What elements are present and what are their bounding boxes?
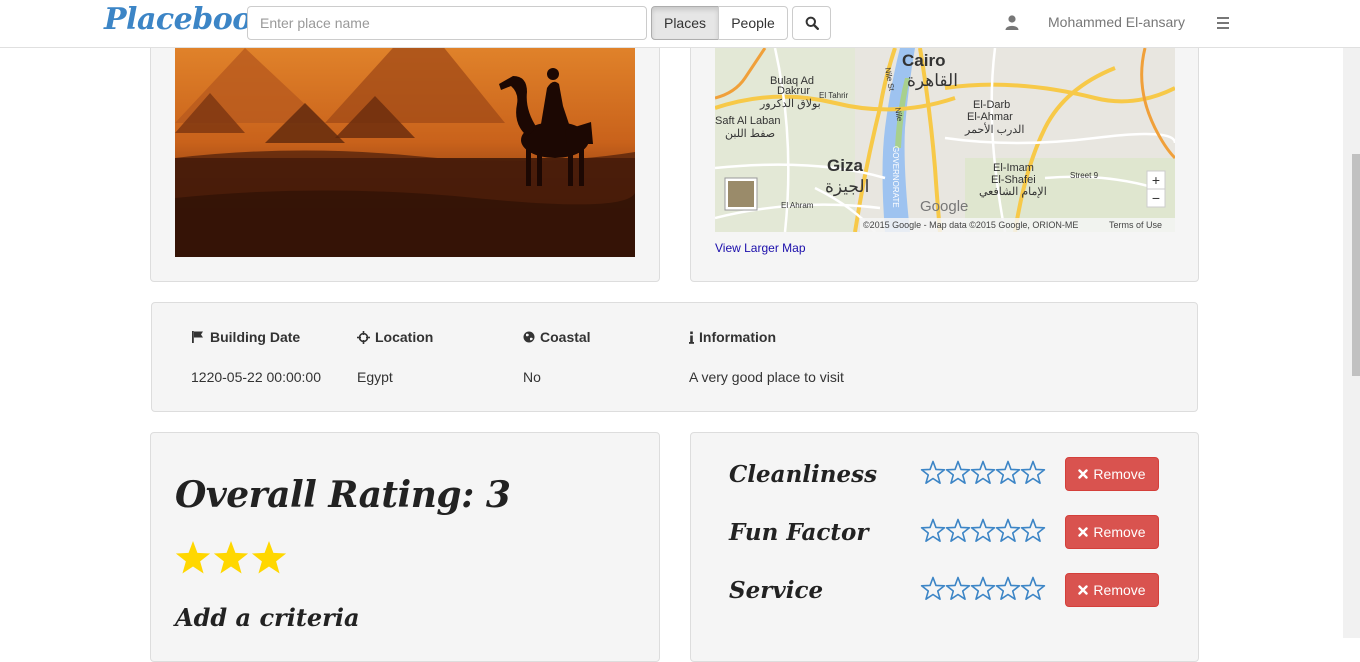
criteria-star-rating[interactable]: [920, 575, 1046, 603]
remove-criteria-button[interactable]: Remove: [1065, 457, 1159, 491]
map-label-imam-2: El-Shafei: [991, 174, 1036, 186]
map-label-street9: Street 9: [1070, 171, 1099, 180]
map-label-bulaq-ar: بولاق الدكرور: [759, 98, 821, 110]
map-label-darb-ar: الدرب الأحمر: [964, 122, 1024, 136]
globe-icon: [523, 331, 535, 343]
info-panel: [151, 302, 1198, 412]
info-icon: [689, 331, 694, 344]
overall-star-filled: [251, 541, 287, 574]
criteria-label: Service: [729, 577, 824, 604]
information-label: Information: [699, 329, 776, 345]
criteria-label: Cleanliness: [729, 461, 878, 488]
map-terms-link[interactable]: Terms of Use: [1109, 220, 1162, 230]
map-label-cairo: Cairo: [902, 51, 945, 70]
remove-label: Remove: [1093, 582, 1146, 598]
location-map[interactable]: Cairo القاهرة Bulaq Ad Dakrur بولاق الدك…: [715, 48, 1175, 232]
overall-rating-title: Overall Rating: 3: [175, 474, 511, 516]
remove-criteria-button[interactable]: Remove: [1065, 515, 1159, 549]
map-label-giza-ar: الجيزة: [825, 177, 869, 197]
remove-x-icon: [1078, 469, 1089, 479]
star-outline-icon[interactable]: [995, 576, 1021, 601]
star-outline-icon[interactable]: [995, 518, 1021, 543]
star-outline-icon[interactable]: [945, 518, 971, 543]
map-label-imam: El-Imam: [993, 162, 1034, 174]
star-outline-icon[interactable]: [970, 576, 996, 601]
information-header: Information: [689, 329, 776, 345]
map-label-darb: El-Darb: [973, 99, 1010, 111]
map-satellite-thumbnail[interactable]: [724, 177, 758, 211]
star-outline-icon[interactable]: [1020, 460, 1046, 485]
information-value: A very good place to visit: [689, 369, 844, 385]
map-label-ahram: El Ahram: [781, 201, 814, 210]
places-toggle-button[interactable]: Places: [651, 6, 719, 40]
search-button[interactable]: [792, 6, 831, 40]
map-label-giza: Giza: [827, 156, 863, 175]
svg-text:+: +: [1152, 172, 1160, 188]
navbar: Placebook Places People Mohammed El-ansa…: [0, 0, 1360, 48]
map-zoom-out-button[interactable]: −: [1146, 188, 1166, 208]
map-label-bulaq-2: Dakrur: [777, 85, 810, 97]
search-input[interactable]: [247, 6, 647, 40]
star-outline-icon[interactable]: [970, 518, 996, 543]
search-icon: [805, 16, 819, 30]
location-header: Location: [357, 329, 433, 345]
map-label-saft-ar: صفط اللبن: [725, 128, 775, 140]
overall-rating-stars: [175, 541, 287, 574]
user-icon[interactable]: [1004, 14, 1020, 32]
scrollbar-thumb[interactable]: [1352, 154, 1360, 376]
map-label-tahrir: El Tahrir: [819, 91, 849, 100]
location-value: Egypt: [357, 369, 393, 385]
star-outline-icon[interactable]: [995, 460, 1021, 485]
criteria-star-rating[interactable]: [920, 517, 1046, 545]
place-photo: [175, 48, 635, 257]
remove-x-icon: [1078, 527, 1089, 537]
star-outline-icon[interactable]: [920, 576, 946, 601]
location-label: Location: [375, 329, 434, 345]
map-label-cairo-ar: القاهرة: [907, 71, 958, 91]
coastal-header: Coastal: [523, 329, 591, 345]
star-outline-icon[interactable]: [920, 460, 946, 485]
coastal-label: Coastal: [540, 329, 591, 345]
overall-star-filled: [175, 541, 211, 574]
star-outline-icon[interactable]: [945, 460, 971, 485]
star-outline-icon[interactable]: [970, 460, 996, 485]
map-zoom-in-button[interactable]: +: [1146, 170, 1166, 190]
star-outline-icon[interactable]: [1020, 518, 1046, 543]
criteria-star-rating[interactable]: [920, 459, 1046, 487]
remove-x-icon: [1078, 585, 1089, 595]
crosshairs-icon: [357, 330, 370, 344]
star-outline-icon[interactable]: [920, 518, 946, 543]
remove-label: Remove: [1093, 524, 1146, 540]
view-larger-map-link[interactable]: View Larger Map: [715, 241, 806, 255]
map-label-saft: Saft Al Laban: [715, 115, 780, 127]
star-outline-icon[interactable]: [945, 576, 971, 601]
overall-star-filled: [213, 541, 249, 574]
add-criteria-heading: Add a criteria: [175, 603, 360, 632]
star-outline-icon[interactable]: [1020, 576, 1046, 601]
menu-icon[interactable]: [1215, 14, 1231, 32]
building-date-value: 1220-05-22 00:00:00: [191, 369, 321, 385]
map-attribution: ©2015 Google - Map data ©2015 Google, OR…: [863, 220, 1078, 230]
svg-text:−: −: [1152, 190, 1160, 206]
remove-label: Remove: [1093, 466, 1146, 482]
remove-criteria-button[interactable]: Remove: [1065, 573, 1159, 607]
building-date-label: Building Date: [210, 329, 301, 345]
flag-icon: [192, 331, 203, 343]
user-name-link[interactable]: Mohammed El-ansary: [1048, 14, 1185, 30]
people-toggle-button[interactable]: People: [718, 6, 788, 40]
map-google-logo: Google: [920, 198, 968, 215]
map-label-imam-ar: الإمام الشافعي: [979, 186, 1047, 198]
map-label-darb-2: El-Ahmar: [967, 111, 1013, 123]
criteria-label: Fun Factor: [729, 519, 869, 546]
building-date-header: Building Date: [191, 329, 300, 345]
coastal-value: No: [523, 369, 541, 385]
map-label-corniche: GOVERNORATE: [891, 146, 900, 208]
